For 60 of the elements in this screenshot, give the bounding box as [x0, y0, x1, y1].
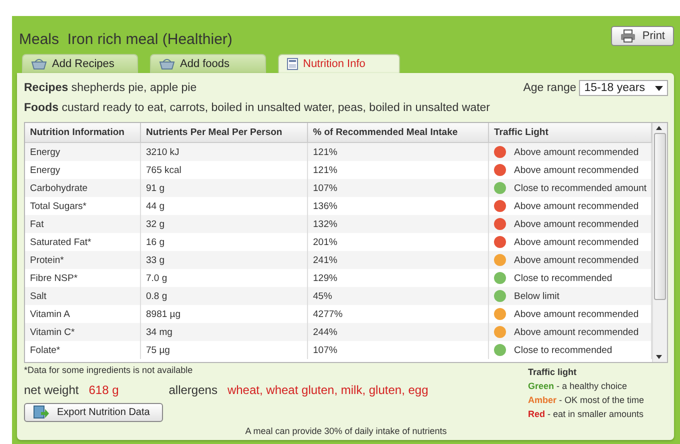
column-header[interactable]: Nutrients Per Meal Per Person [141, 123, 308, 143]
net-weight-text: net weight 618 g [24, 383, 119, 397]
traffic-light-text: Below limit [514, 290, 560, 302]
table-cell: 34 mg [141, 323, 308, 341]
allergens-text: allergens wheat, wheat gluten, milk, gluten, egg [168, 383, 428, 397]
table-cell: 241% [308, 251, 489, 269]
bottom-note: A meal can provide 30% of daily intake of nutrients [245, 426, 447, 436]
traffic-light-text: Above amount recommended [514, 146, 639, 158]
table-cell: 107% [308, 179, 489, 197]
table-cell: Carbohydrate [25, 179, 141, 197]
legend-item: Amber - OK most of the time [528, 395, 644, 405]
traffic-light-text: Above amount recommended [514, 164, 639, 176]
page-title: Meals Iron rich meal (Healthier) [19, 31, 232, 48]
traffic-light-text: Above amount recommended [514, 236, 639, 248]
table-cell: Protein* [25, 251, 141, 269]
table-cell: Salt [25, 287, 141, 305]
table-cell: 3210 kJ [141, 143, 308, 161]
scrollbar[interactable] [652, 123, 667, 362]
basket-icon [31, 58, 47, 70]
column-header[interactable]: Traffic Light [489, 123, 652, 143]
legend-item: Red - eat in smaller amounts [528, 409, 644, 419]
export-button[interactable]: Export Nutrition Data [24, 403, 163, 422]
table-cell: 0.8 g [141, 287, 308, 305]
table-cell: 132% [308, 215, 489, 233]
traffic-light-text: Above amount recommended [514, 308, 639, 320]
table-cell: 244% [308, 323, 489, 341]
table-cell: 121% [308, 143, 489, 161]
printer-icon [620, 29, 636, 43]
traffic-light-text: Close to recommended [514, 272, 612, 284]
table-cell: 32 g [141, 215, 308, 233]
column-header[interactable]: % of Recommended Meal Intake [308, 123, 489, 143]
recipes-text: Recipes shepherds pie, apple pie [24, 82, 197, 94]
legend-item: Green - a healthy choice [528, 381, 628, 391]
foods-text: Foods custard ready to eat, carrots, boiled in unsalted water, peas, boiled in unsalted water [24, 102, 492, 114]
table-cell: 33 g [141, 251, 308, 269]
age-range-label: Age range [523, 82, 576, 94]
print-button[interactable]: Print [611, 26, 674, 46]
age-range-select[interactable]: 15-18 years [579, 80, 668, 96]
table-cell: Energy [25, 143, 141, 161]
footnote: *Data for some ingredients is not available [24, 365, 194, 375]
table-cell: Fat [25, 215, 141, 233]
scroll-thumb[interactable] [654, 133, 666, 300]
tab[interactable]: Nutrition Info [278, 54, 400, 73]
traffic-light-text: Above amount recommended [514, 200, 639, 212]
table-cell: 45% [308, 287, 489, 305]
traffic-light-text: Close to recommended [514, 344, 612, 356]
calculator-icon [287, 58, 298, 70]
legend-title: Traffic light [528, 367, 578, 377]
table-cell: 91 g [141, 179, 308, 197]
spreadsheet-export-icon [33, 405, 49, 420]
tab[interactable]: Add Recipes [22, 54, 138, 73]
column-header[interactable]: Nutrition Information [25, 123, 141, 143]
traffic-light-text: Above amount recommended [514, 218, 639, 230]
traffic-light-text: Above amount recommended [514, 254, 639, 266]
tab[interactable]: Add foods [150, 54, 266, 73]
basket-icon [159, 58, 175, 70]
traffic-light-text: Close to recommended amount [514, 182, 647, 194]
table-cell: Vitamin C* [25, 323, 141, 341]
caret-icon [655, 86, 663, 90]
traffic-light-text: Above amount recommended [514, 326, 639, 338]
